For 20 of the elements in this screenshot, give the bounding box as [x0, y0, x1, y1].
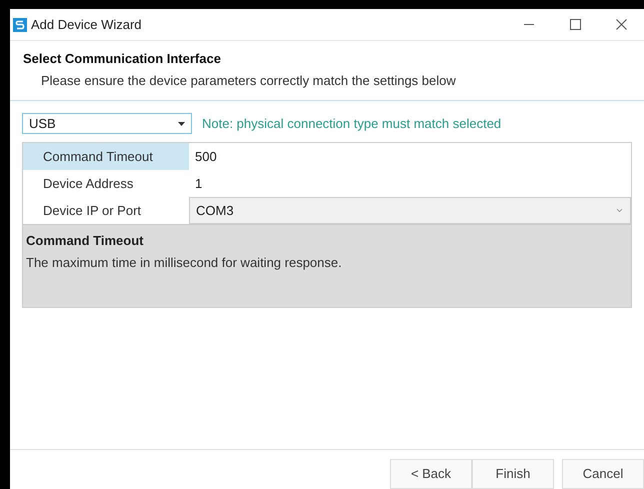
property-name[interactable]: Command Timeout — [23, 143, 189, 170]
maximize-icon — [570, 19, 580, 30]
description-text: The maximum time in millisecond for waiting response. — [26, 254, 343, 272]
page-title: Select Communication Interface — [23, 50, 222, 68]
property-dropdown[interactable]: COM3 — [189, 197, 631, 224]
page-subtitle: Please ensure the device parameters correctly match the settings below — [40, 72, 457, 90]
app-logo-icon — [13, 18, 27, 32]
window-title: Add Device Wizard — [31, 16, 142, 34]
wizard-button[interactable]: Finish — [472, 459, 554, 489]
close-icon — [616, 19, 626, 30]
property-value[interactable]: 500 — [189, 143, 631, 170]
wizard-button[interactable]: < Back — [390, 459, 472, 489]
chevron-down-icon — [615, 206, 624, 215]
wizard-button[interactable]: Cancel — [562, 459, 644, 489]
minimize-icon — [524, 24, 534, 25]
interface-dropdown[interactable]: USB — [22, 113, 192, 134]
dropdown-arrow-icon — [178, 122, 185, 126]
property-value[interactable]: 1 — [189, 170, 631, 197]
note-text: Note: physical connection type must match selected — [202, 114, 502, 133]
description-title: Command Timeout — [26, 232, 144, 250]
